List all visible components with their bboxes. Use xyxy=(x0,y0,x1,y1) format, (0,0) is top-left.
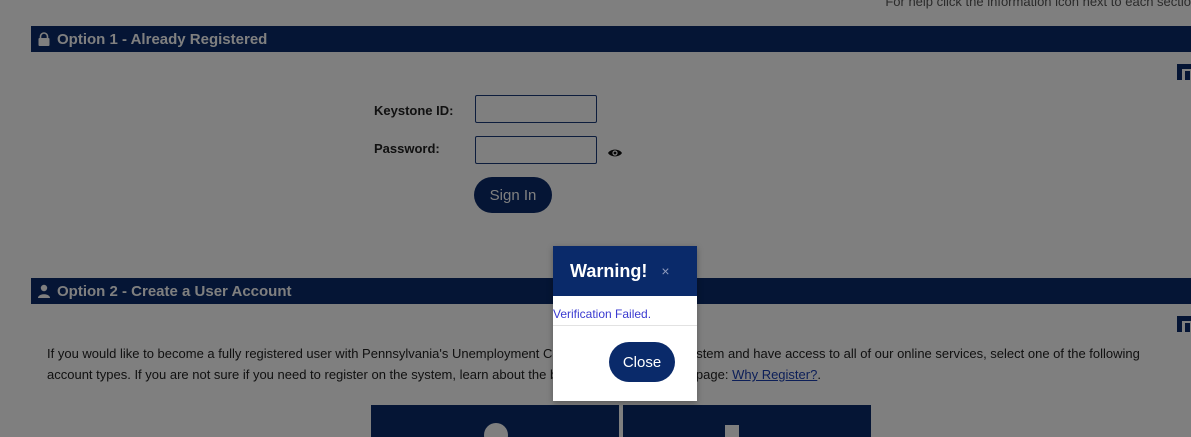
close-button[interactable]: Close xyxy=(609,342,675,382)
close-icon[interactable]: × xyxy=(661,264,669,278)
warning-dialog: Warning! × Verification Failed. Close xyxy=(553,246,697,401)
dialog-title: Warning! xyxy=(570,260,648,281)
dialog-message: Verification Failed. xyxy=(553,307,652,321)
dialog-header: Warning! × xyxy=(553,246,697,296)
dialog-divider xyxy=(553,325,697,326)
